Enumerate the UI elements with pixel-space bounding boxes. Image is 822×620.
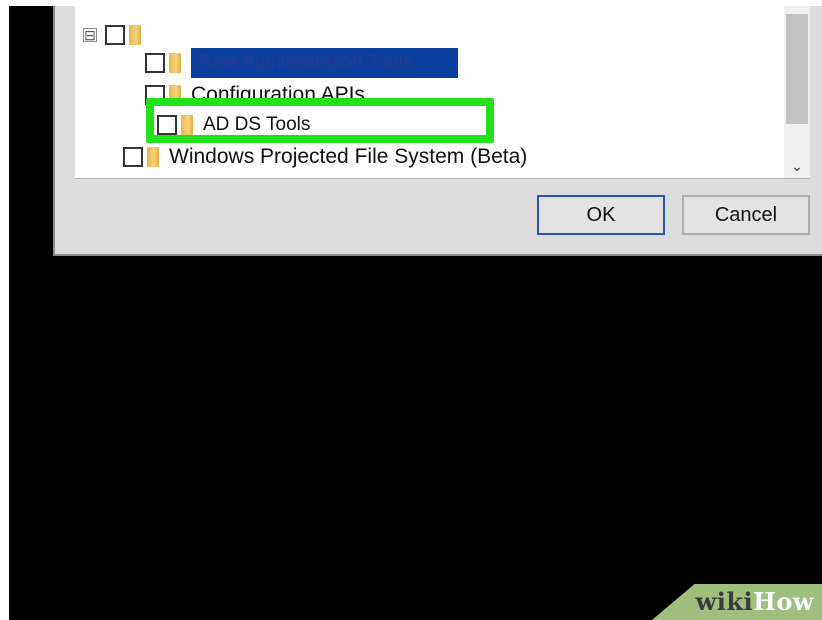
features-tree: ⊟ Role Administration Tools Configuratio…	[75, 6, 810, 179]
screen: ⊟ Role Administration Tools Configuratio…	[9, 6, 822, 620]
collapse-icon[interactable]: ⊟	[83, 28, 97, 42]
checkbox[interactable]	[145, 53, 165, 73]
checkbox[interactable]	[123, 147, 143, 167]
tree-item-label: Windows Projected File System (Beta)	[169, 145, 528, 168]
ok-button[interactable]: OK	[537, 195, 665, 235]
tree-item-parent[interactable]: ⊟	[83, 20, 151, 50]
wikihow-logo: wikiHow	[695, 587, 814, 616]
highlight-box	[146, 98, 494, 143]
folder-icon	[147, 147, 159, 167]
tree-item-label: Role Administration Tools	[191, 48, 458, 78]
scroll-thumb[interactable]	[786, 14, 808, 124]
folder-icon	[129, 25, 141, 45]
tree-item-role-administration-tools[interactable]: Role Administration Tools	[145, 48, 458, 78]
scroll-down-arrow-icon[interactable]: ⌄	[784, 154, 810, 178]
checkbox[interactable]	[105, 25, 125, 45]
tree-item-windows-projected-file-system[interactable]: Windows Projected File System (Beta)	[123, 142, 527, 172]
folder-icon	[169, 53, 181, 73]
windows-features-dialog: ⊟ Role Administration Tools Configuratio…	[53, 6, 822, 256]
cancel-button[interactable]: Cancel	[682, 195, 810, 235]
vertical-scrollbar[interactable]: ⌄	[784, 6, 810, 178]
